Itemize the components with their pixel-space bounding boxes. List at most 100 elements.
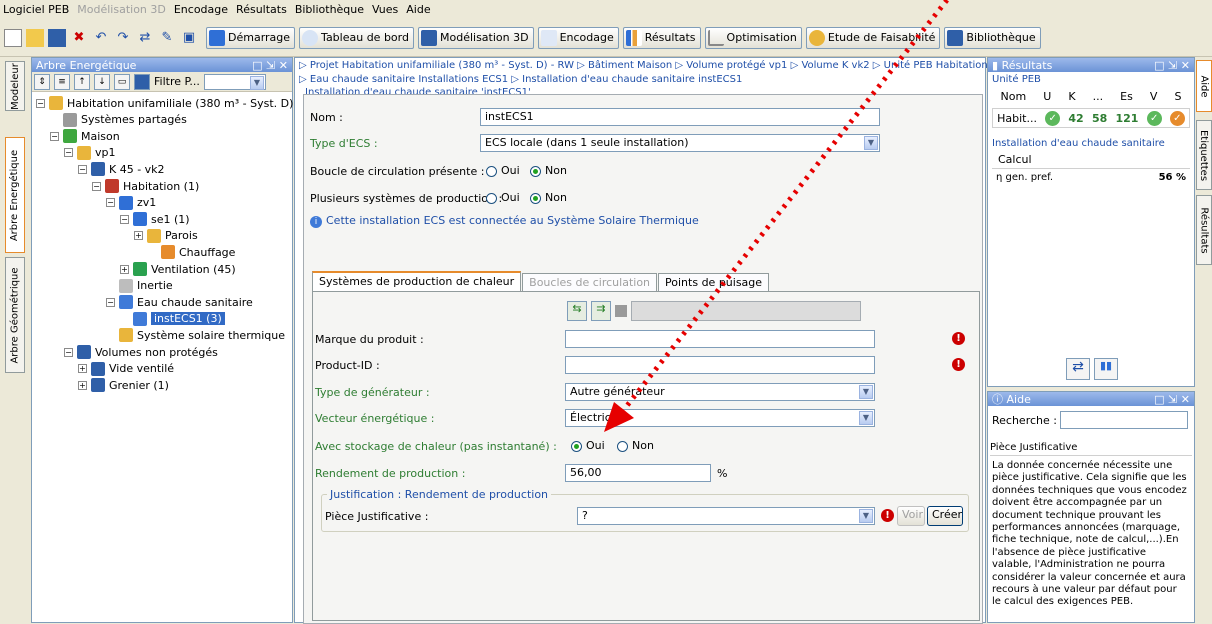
new-file-icon[interactable] [4, 28, 22, 47]
rendement-input[interactable]: 56,00 [565, 464, 711, 482]
tree-node[interactable]: − Volumes non protégés [64, 344, 218, 360]
expander-icon[interactable]: − [106, 297, 115, 307]
product-search-field[interactable] [631, 301, 861, 321]
delete-icon[interactable]: ✖ [70, 29, 88, 47]
tree-node[interactable]: + Parois [134, 228, 198, 244]
expander-icon[interactable]: − [120, 214, 129, 224]
plusieurs-oui-radio[interactable]: Oui [486, 191, 520, 204]
tool-icon[interactable]: ✎ [158, 29, 176, 47]
expander-icon[interactable]: − [64, 347, 73, 357]
tree-node[interactable]: Chauffage [148, 244, 235, 260]
menu-bibliotheque[interactable]: Bibliothèque [295, 3, 364, 16]
marque-input[interactable] [565, 330, 875, 348]
move-down-icon[interactable]: ↓ [94, 73, 110, 90]
tree-node[interactable]: − vp1 [64, 145, 116, 161]
tree-node[interactable]: + Vide ventilé [78, 361, 174, 377]
tree-node[interactable]: − se1 (1) [120, 211, 190, 227]
tab-resultats[interactable]: Résultats [1196, 195, 1212, 265]
expander-icon[interactable]: + [134, 231, 143, 241]
stop-icon[interactable] [615, 305, 627, 317]
modelisation-3d-button[interactable]: Modélisation 3D [417, 26, 534, 49]
tree-node[interactable]: − Habitation unifamiliale (380 m³ - Syst.… [36, 95, 330, 111]
undo-icon[interactable]: ↶ [92, 29, 110, 47]
tab-arbre-energetique[interactable]: Arbre Energétique [5, 137, 25, 253]
expander-icon[interactable]: − [64, 148, 73, 158]
creer-button[interactable]: Créer [927, 506, 963, 526]
tree-node[interactable]: − K 45 - vk2 [78, 161, 165, 177]
filter-select[interactable]: ▼ [203, 73, 266, 90]
generateur-select[interactable]: Autre générateur ▼ [565, 383, 875, 401]
breadcrumb-line-2[interactable]: ▷ Eau chaude sanitaire Installations ECS… [299, 74, 742, 85]
cube-icon[interactable] [134, 73, 150, 90]
import-icon[interactable]: ⇆ [567, 301, 587, 321]
demarrage-button[interactable]: Démarrage [206, 26, 296, 49]
tree-node[interactable]: Système solaire thermique [106, 327, 285, 343]
results-column-header[interactable]: V [1150, 90, 1158, 106]
piece-select[interactable]: ? ▼ [577, 507, 875, 525]
expander-icon[interactable]: + [78, 380, 87, 390]
results-column-header[interactable]: U [1043, 90, 1051, 106]
expand-icon[interactable]: ⇕ [34, 73, 50, 90]
tab-points-puisage[interactable]: Points de puisage [658, 273, 770, 292]
panel-controls-icon[interactable]: □ ⇲ ✕ [1154, 393, 1194, 406]
redo-icon[interactable]: ↷ [114, 29, 132, 47]
tab-arbre-geometrique[interactable]: Arbre Géométrique [5, 257, 25, 373]
expander-icon[interactable]: − [92, 181, 101, 191]
tree-node[interactable]: Systèmes partagés [50, 112, 187, 128]
boucle-non-radio[interactable]: Non [530, 164, 567, 177]
product-id-input[interactable] [565, 356, 875, 374]
export-icon[interactable]: ⇉ [591, 301, 611, 321]
expander-icon[interactable]: − [106, 198, 115, 208]
etude-faisabilite-button[interactable]: Etude de Faisabilité [805, 26, 941, 49]
tableau-de-bord-button[interactable]: Tableau de bord [299, 26, 414, 49]
menu-resultats[interactable]: Résultats [236, 3, 287, 16]
expander-icon[interactable]: + [78, 364, 87, 374]
nom-input[interactable]: instECS1 [480, 108, 880, 126]
collapse-icon[interactable]: ≡ [54, 73, 70, 90]
tree-node[interactable]: − Eau chaude sanitaire [106, 294, 253, 310]
results-column-header[interactable]: Es [1120, 90, 1133, 106]
results-column-header[interactable]: Nom [1001, 90, 1027, 106]
menu-encodage[interactable]: Encodage [174, 3, 228, 16]
refresh-icon[interactable]: ⇄ [1066, 358, 1090, 380]
tab-modeleur[interactable]: Modeleur [5, 61, 25, 111]
move-up-icon[interactable]: ↑ [74, 73, 90, 90]
encodage-button[interactable]: Encodage [537, 26, 619, 49]
optimisation-button[interactable]: Optimisation [704, 26, 802, 49]
expander-icon[interactable]: − [78, 164, 87, 174]
breadcrumb-line-1[interactable]: ▷ Projet Habitation unifamiliale (380 m³… [299, 60, 988, 71]
search-input[interactable] [1060, 411, 1188, 429]
menu-aide[interactable]: Aide [406, 3, 430, 16]
refresh-icon[interactable]: ⇄ [136, 29, 154, 47]
results-column-header[interactable]: ... [1093, 90, 1104, 106]
panel-controls-icon[interactable]: □ ⇲ ✕ [1154, 59, 1194, 72]
menu-logiciel-peb[interactable]: Logiciel PEB [3, 3, 69, 16]
boucle-oui-radio[interactable]: Oui [486, 164, 520, 177]
list-icon[interactable]: ▭ [114, 73, 130, 90]
tree-node[interactable]: Inertie [106, 278, 173, 294]
results-row[interactable]: Habit... ✓ 42 58 121 ✓ ✓ [992, 108, 1190, 128]
stockage-oui-radio[interactable]: Oui [571, 439, 605, 452]
plusieurs-non-radio[interactable]: Non [530, 191, 567, 204]
results-column-header[interactable]: S [1174, 90, 1181, 106]
tab-aide[interactable]: Aide [1196, 60, 1212, 112]
vecteur-select[interactable]: Électricité ▼ [565, 409, 875, 427]
resultats-button[interactable]: Résultats [622, 26, 701, 49]
tree-node[interactable]: + Ventilation (45) [120, 261, 236, 277]
expander-icon[interactable]: + [120, 264, 129, 274]
bibliotheque-button[interactable]: Bibliothèque [944, 26, 1041, 49]
open-folder-icon[interactable] [26, 28, 44, 47]
expander-icon[interactable]: − [36, 98, 45, 108]
chart-icon[interactable]: ▮▮ [1094, 358, 1118, 380]
results-column-header[interactable]: K [1068, 90, 1075, 106]
stockage-non-radio[interactable]: Non [617, 439, 654, 452]
panel-controls-icon[interactable]: □ ⇲ ✕ [252, 59, 292, 72]
tab-systemes-production[interactable]: Systèmes de production de chaleur [312, 271, 522, 292]
tree-node[interactable]: + Grenier (1) [78, 377, 169, 393]
tree-node[interactable]: − Habitation (1) [92, 178, 199, 194]
window-icon[interactable]: ▣ [180, 29, 198, 47]
save-icon[interactable] [48, 28, 66, 47]
tree-node[interactable]: − Maison [50, 128, 120, 144]
expander-icon[interactable]: − [50, 131, 59, 141]
tab-etiquettes[interactable]: Etiquettes [1196, 120, 1212, 190]
